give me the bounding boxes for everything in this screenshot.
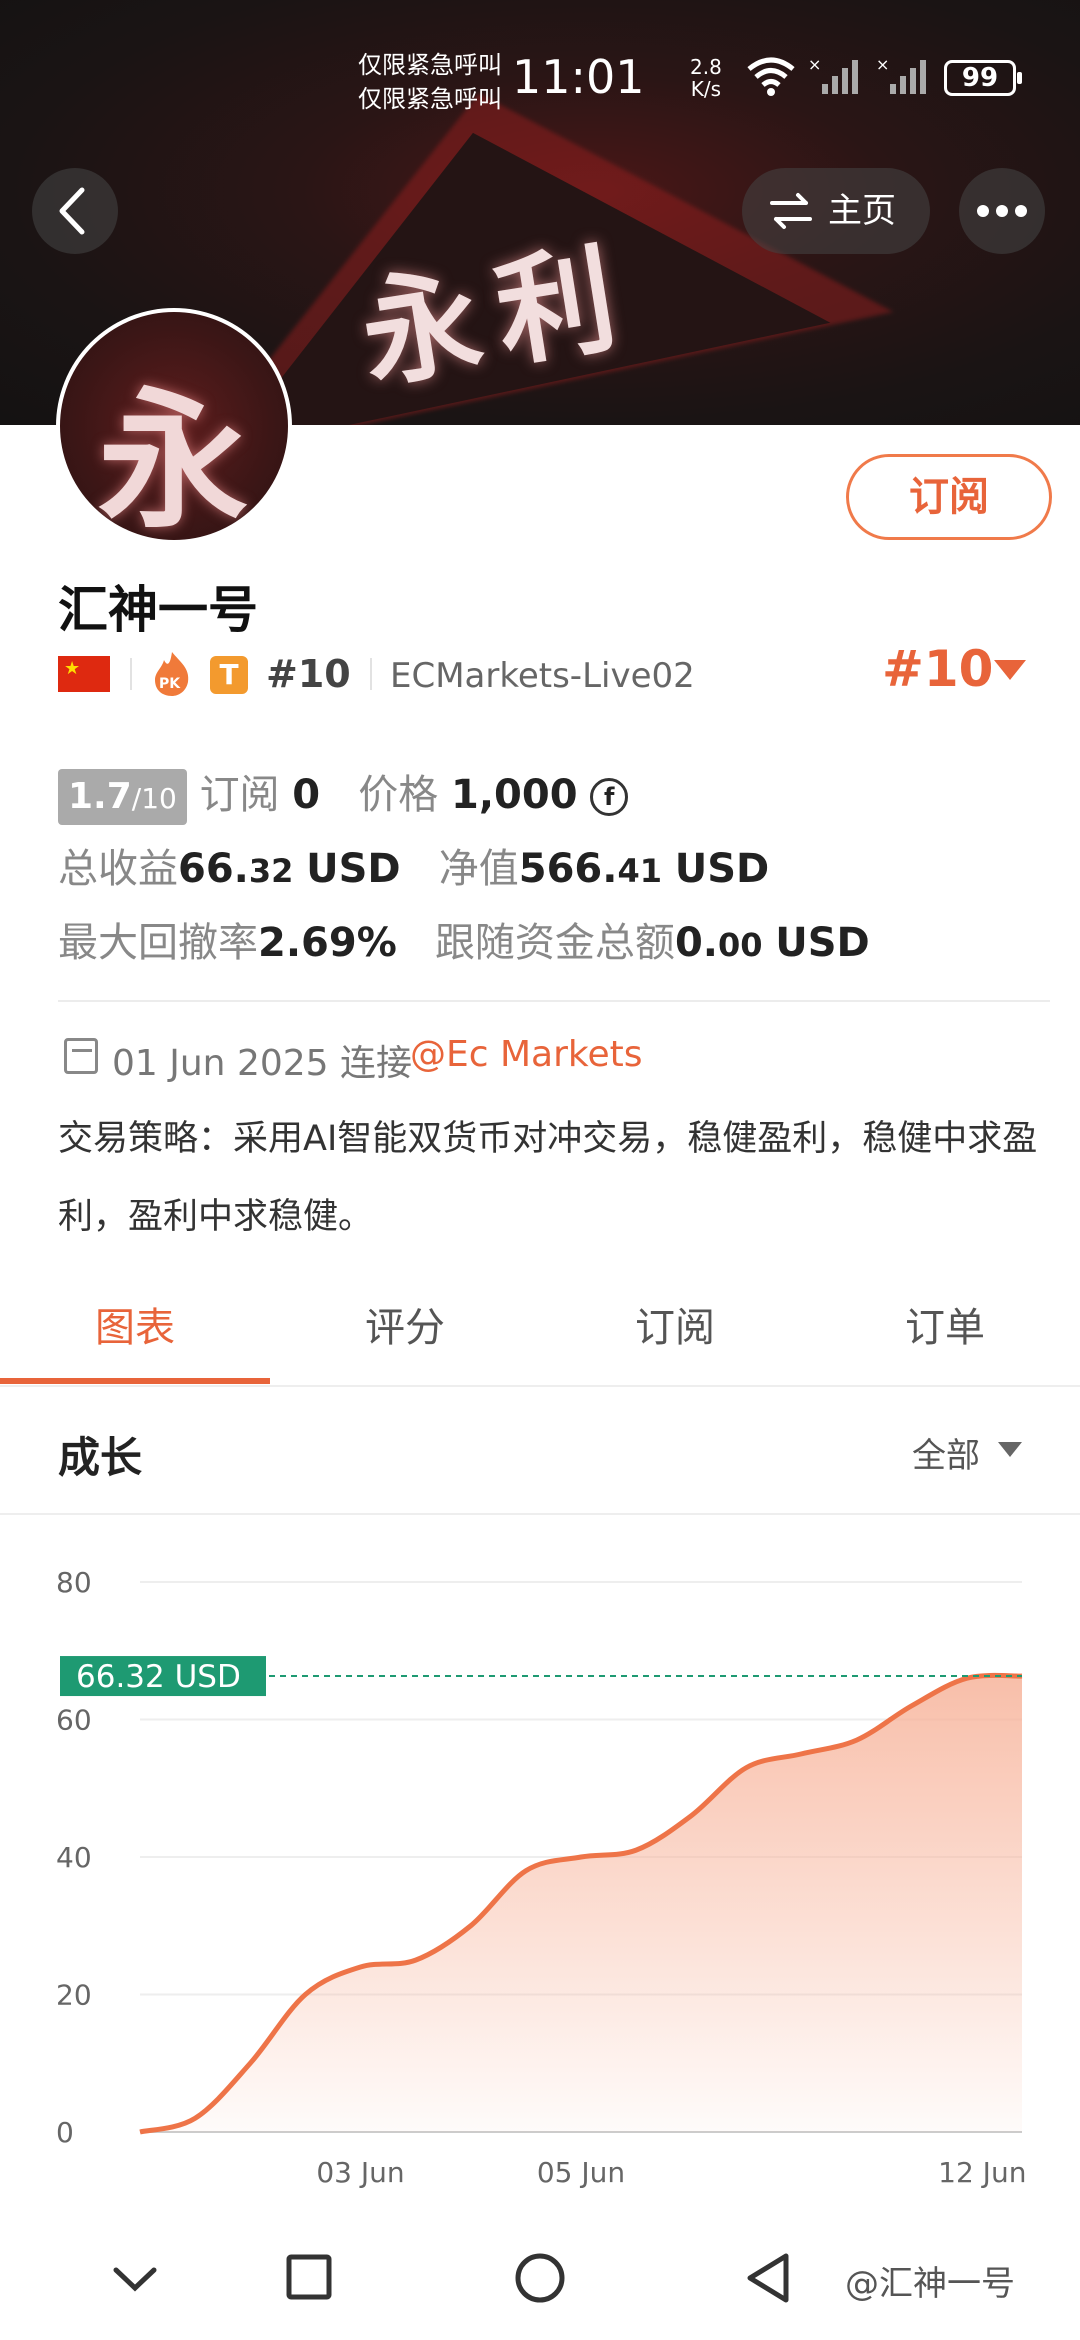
back-button[interactable] bbox=[32, 168, 118, 254]
rating-value: 1.7 bbox=[68, 776, 132, 817]
subscribe-count-label: 订阅 bbox=[199, 772, 280, 818]
back-triangle-icon[interactable] bbox=[744, 2252, 792, 2304]
wifi-icon bbox=[747, 57, 795, 96]
divider bbox=[370, 658, 372, 690]
pk-badge: PK bbox=[159, 676, 181, 692]
x-tick-label: 03 Jun bbox=[316, 2156, 404, 2189]
recent-apps-icon[interactable] bbox=[286, 2254, 332, 2300]
tab-bar: 图表 评分 订阅 订单 bbox=[0, 1290, 1080, 1386]
current-value-label: 66.32 USD bbox=[76, 1659, 241, 1695]
back-arrow-icon bbox=[59, 187, 85, 235]
follow-funds-int: 0. bbox=[674, 920, 718, 966]
section-title: 成长 bbox=[58, 1433, 143, 1482]
tab-chart[interactable]: 图表 bbox=[0, 1290, 270, 1386]
home-label: 主页 bbox=[828, 191, 896, 231]
speed-value: 2.8 bbox=[690, 55, 722, 79]
total-profit-unit: USD bbox=[306, 846, 401, 892]
svg-text:×: × bbox=[808, 56, 821, 74]
connect-date: 01 Jun 2025 连接 bbox=[112, 1043, 413, 1084]
profile-name: 汇神一号 bbox=[58, 581, 258, 639]
total-profit-dec: 32 bbox=[248, 852, 294, 890]
max-drawdown-label: 最大回撤率 bbox=[58, 920, 258, 966]
y-tick-label: 20 bbox=[56, 1979, 92, 2012]
clock: 11:01 bbox=[512, 50, 645, 104]
y-tick-label: 0 bbox=[56, 2116, 74, 2149]
y-tick-label: 60 bbox=[56, 1704, 92, 1737]
rating-denominator: /10 bbox=[131, 782, 177, 815]
switch-arrows-icon bbox=[770, 193, 812, 229]
broker-link[interactable]: @Ec Markets bbox=[410, 1034, 643, 1075]
tab-orders[interactable]: 订单 bbox=[810, 1290, 1080, 1386]
badge-row: ★ PK T #10 ECMarkets-Live02 #10 bbox=[58, 640, 1038, 698]
area-fill bbox=[140, 1675, 1022, 2132]
network-speed: 2.8 K/s bbox=[690, 56, 722, 100]
strategy-text: 交易策略：采用AI智能双货币对冲交易，稳健盈利，稳健中求盈利，盈利中求稳健。 bbox=[58, 1119, 1038, 1237]
battery-icon: 99 bbox=[944, 60, 1022, 96]
divider bbox=[0, 1513, 1080, 1515]
rank-dropdown[interactable]: #10 bbox=[882, 640, 993, 698]
tab-rating[interactable]: 评分 bbox=[270, 1290, 540, 1386]
avatar-char: 永 bbox=[98, 375, 249, 544]
net-value-int: 566. bbox=[518, 846, 618, 892]
tab-subscribe[interactable]: 订阅 bbox=[540, 1290, 810, 1386]
more-dots-icon bbox=[977, 205, 1027, 217]
speed-unit: K/s bbox=[690, 77, 722, 101]
price-label: 价格 bbox=[358, 772, 439, 818]
net-value-dec: 41 bbox=[617, 852, 662, 890]
total-profit-int: 66. bbox=[178, 846, 249, 892]
pk-fire-icon: PK bbox=[155, 652, 189, 696]
watermark-text: @汇神一号 bbox=[845, 2264, 1015, 2304]
china-flag-icon: ★ bbox=[58, 656, 110, 692]
caret-down-icon[interactable] bbox=[998, 1442, 1022, 1457]
stats-block: 1.7/10 订阅 0 价格 1,000 f 总收益66.32 USD 净值56… bbox=[58, 762, 1038, 984]
avatar[interactable]: 永 bbox=[56, 308, 292, 544]
rating-badge: 1.7/10 bbox=[58, 769, 187, 825]
x-tick-label: 05 Jun bbox=[537, 2156, 625, 2189]
status-bar: 仅限紧急呼叫 仅限紧急呼叫 11:01 2.8 K/s × × 99 bbox=[0, 0, 1080, 150]
net-value-unit: USD bbox=[674, 846, 770, 892]
server-name: ECMarkets-Live02 bbox=[390, 656, 695, 696]
price-value: 1,000 bbox=[451, 772, 578, 818]
carrier-text: 仅限紧急呼叫 仅限紧急呼叫 bbox=[358, 48, 502, 116]
home-circle-icon[interactable] bbox=[514, 2252, 566, 2304]
screen: 永利 仅限紧急呼叫 仅限紧急呼叫 11:01 2.8 K/s × × 99 主页… bbox=[0, 0, 1080, 2340]
range-select[interactable]: 全部 bbox=[912, 1428, 980, 1477]
svg-text:×: × bbox=[876, 56, 889, 74]
y-tick-label: 80 bbox=[56, 1566, 92, 1599]
subscribe-count: 0 bbox=[292, 772, 321, 818]
y-tick-label: 40 bbox=[56, 1841, 92, 1874]
chevron-down-icon[interactable] bbox=[110, 2258, 160, 2298]
follow-funds-label: 跟随资金总额 bbox=[434, 920, 675, 966]
signal-2-icon: × bbox=[876, 56, 926, 94]
calendar-icon bbox=[64, 1038, 98, 1074]
follow-funds-dec: 00 bbox=[717, 926, 763, 964]
rank-small: #10 bbox=[266, 652, 351, 696]
subscribe-button[interactable]: 订阅 bbox=[846, 454, 1052, 540]
max-drawdown-value: 2.69% bbox=[258, 920, 397, 966]
total-profit-label: 总收益 bbox=[58, 846, 178, 892]
x-tick-label: 12 Jun bbox=[938, 2156, 1026, 2189]
stats-row-2: 总收益66.32 USD 净值566.41 USD bbox=[58, 836, 1038, 910]
net-value-label: 净值 bbox=[438, 846, 519, 892]
caret-down-icon[interactable] bbox=[994, 660, 1026, 680]
stats-row-1: 1.7/10 订阅 0 价格 1,000 f bbox=[58, 762, 1038, 836]
divider bbox=[130, 658, 132, 690]
more-options-button[interactable] bbox=[959, 168, 1045, 254]
carrier-line-1: 仅限紧急呼叫 bbox=[358, 51, 502, 79]
carrier-line-2: 仅限紧急呼叫 bbox=[358, 85, 502, 113]
growth-chart: 0 20 40 60 80 66.32 USD 03 Jun 05 Jun 12 Jun bbox=[56, 1566, 1026, 2189]
coin-icon: f bbox=[590, 778, 629, 816]
stats-row-3: 最大回撤率2.69% 跟随资金总额0.00 USD bbox=[58, 910, 1038, 984]
follow-funds-unit: USD bbox=[775, 920, 870, 966]
t-badge: T bbox=[210, 656, 248, 694]
divider bbox=[58, 1000, 1050, 1002]
home-button[interactable]: 主页 bbox=[742, 168, 930, 254]
signal-1-icon: × bbox=[808, 56, 858, 94]
divider bbox=[0, 1385, 1080, 1387]
tab-active-indicator bbox=[0, 1378, 270, 1384]
